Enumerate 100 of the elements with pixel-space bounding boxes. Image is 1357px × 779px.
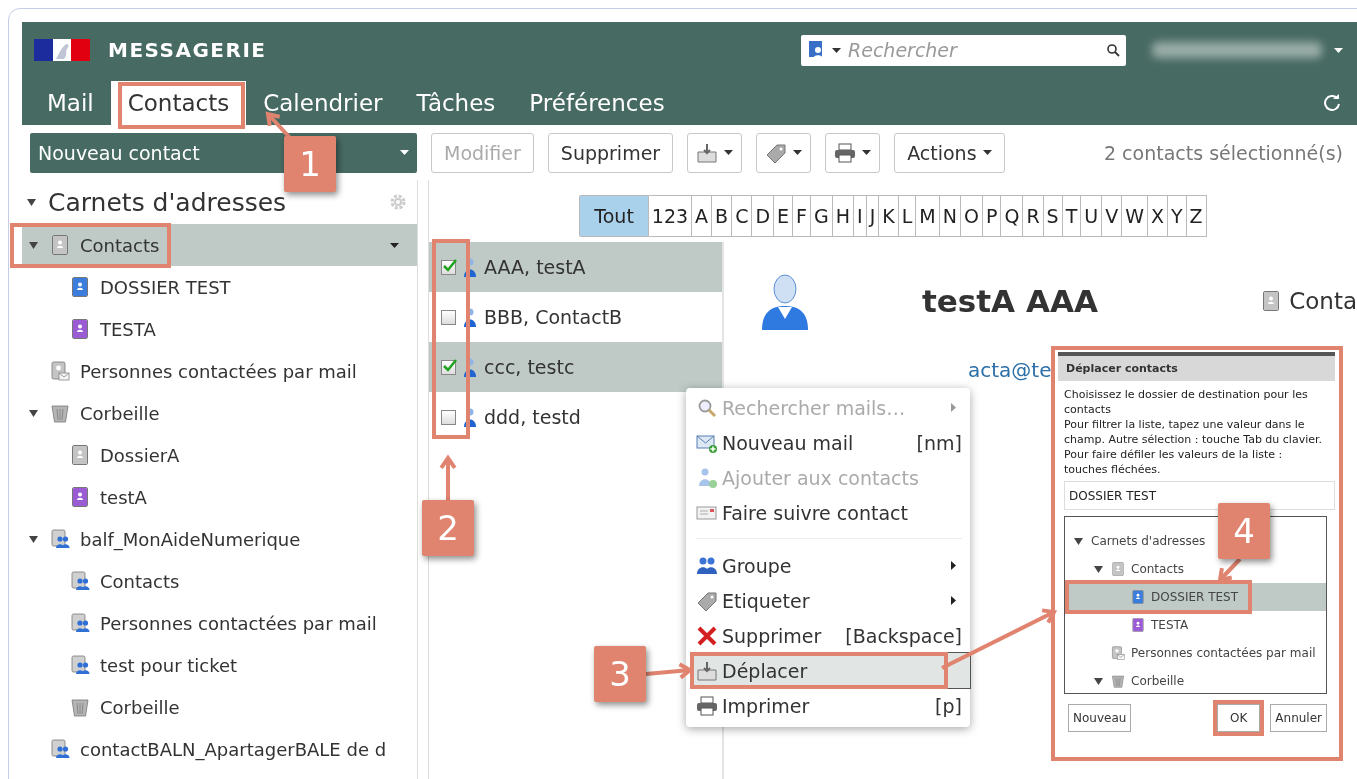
letter-filter[interactable]: I: [854, 195, 867, 237]
letter-filter[interactable]: X: [1147, 195, 1168, 237]
search-icon[interactable]: [1106, 43, 1120, 57]
letter-filter[interactable]: L: [898, 195, 917, 237]
expanded-arrow-icon[interactable]: [26, 197, 36, 207]
menu-item[interactable]: Supprimer [Backspace]: [696, 618, 962, 653]
search-field[interactable]: Rechercher: [801, 34, 1126, 66]
tree-item[interactable]: Personnes contactées par mail: [1065, 639, 1320, 667]
tree-label: Contacts: [1131, 562, 1184, 576]
person-icon: [464, 307, 476, 327]
expanded-arrow-icon[interactable]: [28, 408, 38, 418]
letter-filter[interactable]: K: [879, 195, 899, 237]
tree-item[interactable]: Corbeille: [22, 392, 417, 434]
letter-filter[interactable]: W: [1122, 195, 1148, 237]
letter-filter[interactable]: C: [732, 195, 753, 237]
trash-icon: [70, 697, 90, 717]
contact-name: ccc, testc: [484, 356, 575, 378]
letter-filter[interactable]: Tout: [579, 195, 649, 237]
letter-filter[interactable]: B: [712, 195, 733, 237]
tree-item[interactable]: TESTA: [22, 308, 417, 350]
person-icon: [464, 357, 476, 377]
nav-tab[interactable]: Préférences: [512, 81, 682, 125]
letter-filter[interactable]: 123: [648, 195, 693, 237]
checkbox[interactable]: [441, 309, 456, 325]
step-callout: 3: [594, 646, 646, 702]
nav-tab[interactable]: Tâches: [399, 81, 513, 125]
contact-row[interactable]: BBB, ContactB: [429, 292, 722, 342]
toolbar-button[interactable]: Actions: [894, 132, 1005, 173]
tree-item[interactable]: Corbeille: [1065, 667, 1189, 693]
letter-filter[interactable]: V: [1102, 195, 1123, 237]
letter-filter[interactable]: E: [774, 195, 794, 237]
tree-item[interactable]: Corbeille: [22, 686, 417, 728]
tree-item[interactable]: testA: [22, 476, 417, 518]
tree-item[interactable]: Contacts: [22, 560, 417, 602]
menu-item[interactable]: Etiqueter: [696, 583, 962, 618]
toolbar-icon-button[interactable]: [756, 132, 812, 173]
tree-item[interactable]: Personnes contactées par mail: [22, 350, 417, 392]
letter-filter[interactable]: Z: [1186, 195, 1207, 237]
letter-filter[interactable]: Y: [1168, 195, 1187, 237]
checkbox[interactable]: [441, 259, 456, 275]
menu-item[interactable]: Imprimer [p]: [696, 688, 962, 723]
nav-tab[interactable]: Mail: [30, 81, 111, 125]
shortcut-label: [nm]: [916, 431, 962, 454]
menu-label: Supprimer: [722, 624, 822, 647]
menu-item[interactable]: Faire suivre contact: [696, 495, 962, 530]
contact-row[interactable]: AAA, testA: [429, 242, 722, 292]
letter-filter[interactable]: O: [960, 195, 983, 237]
letter-filter[interactable]: M: [916, 195, 940, 237]
expanded-arrow-icon[interactable]: [1073, 536, 1083, 546]
address-book-people-icon: [50, 739, 70, 759]
contact-row[interactable]: ccc, testc: [429, 342, 722, 392]
letter-filter[interactable]: A: [692, 195, 713, 237]
letter-filter[interactable]: H: [832, 195, 855, 237]
checkbox[interactable]: [441, 359, 456, 375]
tree-item[interactable]: DossierA: [22, 434, 417, 476]
tree-item[interactable]: DOSSIER TEST: [22, 266, 417, 308]
expanded-arrow-icon[interactable]: [1093, 564, 1103, 574]
tag-icon: [696, 589, 718, 612]
contact-full-name: testA AAA: [922, 283, 1098, 319]
toolbar-icon-button[interactable]: [825, 132, 881, 173]
letter-filter[interactable]: Q: [1001, 195, 1024, 237]
menu-item[interactable]: Groupe: [696, 548, 962, 583]
dialog-button[interactable]: Annuler: [1270, 704, 1327, 732]
tree-item[interactable]: TESTA: [1065, 611, 1193, 639]
expanded-arrow-icon[interactable]: [28, 240, 38, 250]
tree-label: Contacts: [100, 570, 180, 592]
tree-item[interactable]: DOSSIER TEST: [1065, 583, 1326, 611]
letter-filter[interactable]: G: [811, 195, 833, 237]
tree-item[interactable]: Personnes contactées par mail: [22, 602, 417, 644]
tree-label: DossierA: [100, 444, 180, 466]
tree-item[interactable]: contactBALN_ApartagerBALE de d: [22, 728, 417, 770]
toolbar-button[interactable]: Supprimer: [547, 132, 674, 173]
refresh-icon[interactable]: [1323, 92, 1341, 111]
checkbox[interactable]: [441, 409, 456, 425]
dialog-button[interactable]: Nouveau: [1068, 704, 1132, 732]
caret-icon: [832, 47, 841, 53]
letter-filter[interactable]: N: [939, 195, 961, 237]
letter-filter[interactable]: R: [1023, 195, 1044, 237]
tree-label: TESTA: [100, 318, 156, 340]
tree-label: Corbeille: [80, 402, 160, 424]
address-book-icon: [50, 235, 70, 255]
tree-item[interactable]: Contacts: [1065, 555, 1188, 583]
letter-filter[interactable]: J: [866, 195, 880, 237]
person-avatar-icon: [760, 272, 810, 330]
nav-tab[interactable]: Calendrier: [246, 81, 400, 125]
tree-item[interactable]: test pour ticket: [22, 644, 417, 686]
toolbar-icon-button[interactable]: [687, 132, 743, 173]
expanded-arrow-icon[interactable]: [1093, 676, 1103, 686]
tree-item[interactable]: balf_MonAideNumerique: [22, 518, 417, 560]
letter-filter[interactable]: F: [793, 195, 812, 237]
expanded-arrow-icon[interactable]: [28, 534, 38, 544]
menu-item[interactable]: Déplacer: [692, 653, 970, 688]
letter-filter[interactable]: T: [1062, 195, 1082, 237]
letter-filter[interactable]: U: [1081, 195, 1103, 237]
filter-input[interactable]: DOSSIER TEST: [1064, 481, 1335, 510]
address-book-icon: [70, 487, 90, 507]
letter-filter[interactable]: D: [752, 195, 775, 237]
letter-filter[interactable]: P: [982, 195, 1002, 237]
tree-item[interactable]: Carnets d'adresses: [1065, 527, 1210, 555]
letter-filter[interactable]: S: [1043, 195, 1063, 237]
